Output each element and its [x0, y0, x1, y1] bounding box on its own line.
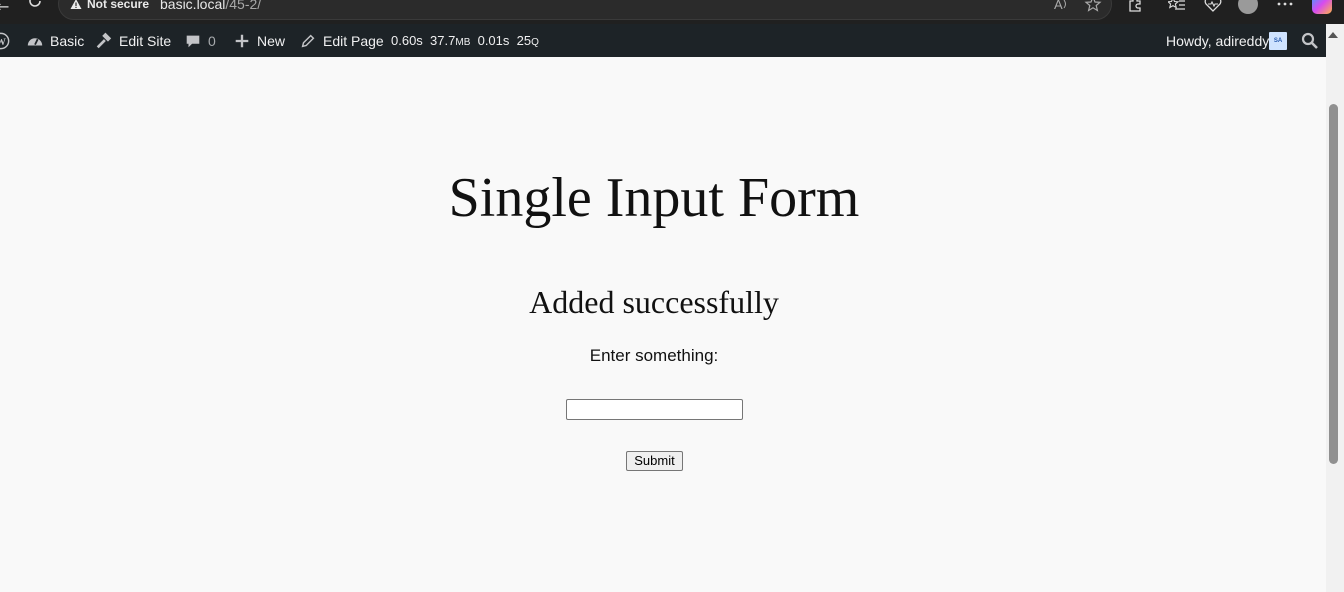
stat-queries-unit: Q [531, 37, 539, 48]
url-host: basic.local [160, 0, 226, 12]
reload-icon[interactable] [26, 0, 44, 10]
stat-memory: 37.7MB [430, 33, 470, 48]
plus-icon [235, 34, 249, 47]
stat-time: 0.60s [391, 33, 423, 48]
search-icon[interactable] [1301, 32, 1319, 50]
favorites-icon[interactable] [1168, 0, 1186, 13]
submit-button[interactable]: Submit [626, 451, 683, 471]
comments-count: 0 [208, 32, 216, 49]
new-label: New [257, 32, 286, 49]
edit-site-label: Edit Site [119, 32, 172, 49]
url-path: /45-2/ [225, 0, 262, 12]
site-name: Basic [50, 32, 85, 49]
account-menu[interactable]: Howdy, adireddy [1166, 24, 1269, 57]
stat-memory-value: 37.7 [430, 33, 456, 48]
scrollbar-thumb[interactable] [1329, 104, 1338, 464]
extensions-icon[interactable] [1126, 0, 1144, 13]
security-status[interactable]: Not secure [87, 0, 149, 11]
text-input[interactable] [566, 399, 743, 420]
input-label: Enter something: [589, 346, 719, 365]
stat-queries-value: 25 [516, 33, 532, 48]
page-title: Single Input Form [448, 167, 860, 229]
svg-text:A: A [1054, 0, 1063, 12]
wp-logo-menu[interactable]: W [0, 24, 16, 57]
stat-query-time: 0.01s [477, 33, 510, 48]
wp-admin-bar: W Basic Edit Site 0 New Edit Page 0.60s … [0, 24, 1326, 57]
pencil-icon [301, 34, 315, 47]
back-icon[interactable]: ← [0, 0, 9, 16]
user-avatar[interactable]: SA [1269, 32, 1287, 50]
copilot-icon[interactable] [1312, 0, 1332, 14]
wordpress-logo-icon: W [0, 32, 10, 49]
scroll-up-arrow-icon[interactable] [1328, 32, 1338, 38]
stat-queries: 25Q [517, 33, 539, 48]
url-text[interactable]: basic.local/45-2/ [160, 0, 261, 12]
query-monitor-stats[interactable]: 0.60s 37.7MB 0.01s 25Q [391, 24, 539, 57]
stat-memory-unit: MB [455, 37, 471, 48]
dashboard-gauge-icon [27, 37, 43, 45]
favorite-star-icon[interactable] [1084, 0, 1102, 13]
edit-page-link[interactable]: Edit Page [299, 24, 384, 57]
success-message: Added successfully [529, 284, 779, 320]
new-content-menu[interactable]: New [233, 24, 285, 57]
site-name-menu[interactable]: Basic [26, 24, 84, 57]
howdy-text: Howdy, adireddy [1166, 32, 1270, 49]
comments-link[interactable]: 0 [184, 24, 216, 57]
edit-site-link[interactable]: Edit Site [95, 24, 171, 57]
more-options-icon[interactable] [1276, 0, 1294, 13]
browser-essentials-icon[interactable] [1204, 0, 1222, 13]
read-aloud-icon[interactable]: A [1052, 0, 1070, 13]
hammer-icon [96, 32, 112, 48]
svg-text:W: W [0, 37, 6, 48]
edit-page-label: Edit Page [323, 32, 384, 49]
warning-icon[interactable] [70, 0, 82, 10]
comment-bubble-icon [186, 35, 200, 47]
